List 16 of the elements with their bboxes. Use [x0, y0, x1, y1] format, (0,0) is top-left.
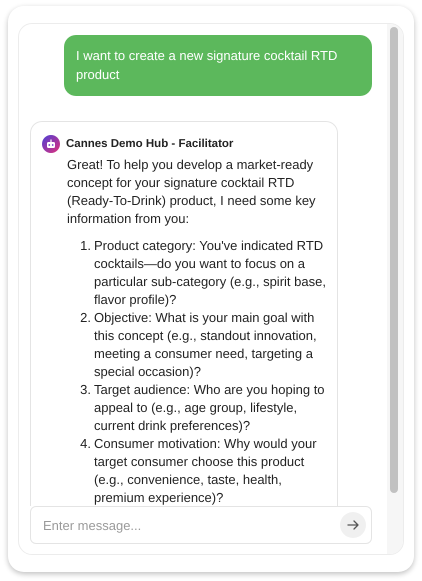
list-number: 3.	[79, 381, 91, 399]
scrollbar-thumb[interactable]	[390, 27, 398, 493]
list-number: 4.	[79, 435, 91, 453]
robot-avatar-icon	[42, 135, 60, 153]
message-text: Great! To help you develop a market-ready concept for your signature cocktail RTD (Ready-To-Drink) product, I need some key information from you:	[67, 156, 317, 228]
user-message: I want to create a new signature cocktail RTD product	[64, 35, 372, 96]
list-number: 1.	[79, 237, 91, 255]
list-item-text: Product category: You've indicated RTD cocktails—do you want to focus on a particular sub-category (e.g., spirit base, flavor profile)?	[94, 237, 327, 309]
message-input-field[interactable]: Enter message...	[30, 506, 372, 544]
list-item-text: Target audience: Who are you hoping to appeal to (e.g., age group, lifestyle, current drink preferences)?	[94, 381, 326, 435]
arrow-right-icon	[347, 519, 359, 531]
scrollbar-track[interactable]	[387, 24, 403, 554]
list-item-text: Consumer motivation: Why would your target consumer choose this product (e.g., convenience, taste, health, premium experience)?	[94, 435, 318, 506]
list-number: 2.	[79, 309, 91, 327]
sender-name: Cannes Demo Hub - Facilitator	[66, 138, 234, 150]
list-item-text: Objective: What is your main goal with this concept (e.g., standout innovation, meeting a consumer need, targeting a special occasion)?	[94, 309, 318, 381]
